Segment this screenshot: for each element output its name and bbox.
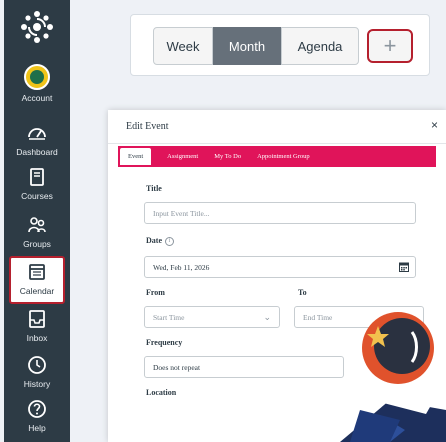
week-view-button[interactable]: Week	[153, 27, 213, 65]
plus-icon: +	[383, 33, 397, 58]
account-avatar	[24, 64, 50, 90]
nav-label: Inbox	[26, 333, 48, 343]
nav-item-courses[interactable]: Courses	[4, 166, 70, 214]
nav-item-account[interactable]: Account	[4, 64, 70, 112]
inbox-icon	[29, 310, 45, 328]
date-value: Wed, Feb 11, 2026	[153, 262, 210, 272]
tab-event[interactable]: Event	[120, 148, 152, 165]
global-navigation: Account Dashboard Courses Groups Calenda…	[4, 0, 70, 442]
nav-label: Courses	[21, 191, 53, 201]
nav-item-inbox[interactable]: Inbox	[4, 308, 70, 356]
nav-label: Account	[21, 93, 53, 103]
mascot-illustration	[340, 312, 446, 442]
help-icon	[28, 400, 46, 418]
start-time-select[interactable]: Start Time ⌄	[144, 306, 280, 328]
dialog-header: Edit Event ×	[108, 110, 446, 144]
close-icon[interactable]: ×	[431, 118, 438, 132]
nav-label: Help	[28, 423, 46, 433]
to-label: To	[298, 288, 307, 297]
title-input[interactable]: Input Event Title...	[144, 202, 416, 224]
dialog-title: Edit Event	[126, 121, 169, 132]
add-event-button[interactable]: +	[367, 29, 413, 63]
nav-item-dashboard[interactable]: Dashboard	[4, 122, 70, 170]
nav-label: Dashboard	[16, 147, 58, 157]
nav-item-groups[interactable]: Groups	[4, 214, 70, 262]
month-view-button[interactable]: Month	[213, 27, 281, 65]
canvas-logo-icon[interactable]	[20, 10, 54, 44]
dashboard-icon	[28, 128, 46, 140]
info-icon[interactable]: i	[165, 236, 174, 246]
tab-appointment-group[interactable]: Appointment Group	[249, 153, 318, 160]
date-input[interactable]: Wed, Feb 11, 2026	[144, 256, 416, 278]
nav-item-history[interactable]: History	[4, 354, 70, 402]
nav-label: Calendar	[19, 286, 55, 296]
title-label: Title	[146, 184, 162, 193]
calendar-view-toolbar: Week Month Agenda +	[130, 14, 430, 76]
date-label: Date i	[146, 236, 174, 246]
from-label: From	[146, 288, 165, 297]
nav-item-help[interactable]: Help	[4, 398, 70, 442]
event-type-tabs: Event Assignment My To Do Appointment Gr…	[118, 146, 436, 167]
book-icon	[30, 168, 44, 186]
frequency-select[interactable]: Does not repeat	[144, 356, 344, 378]
nav-item-calendar[interactable]: Calendar	[9, 256, 65, 304]
calendar-picker-icon[interactable]	[399, 262, 409, 272]
nav-label: Groups	[23, 239, 51, 249]
tab-my-to-do[interactable]: My To Do	[206, 153, 249, 160]
start-time-placeholder: Start Time	[153, 312, 185, 322]
location-label: Location	[146, 388, 177, 397]
groups-icon	[28, 217, 46, 233]
clock-icon	[28, 356, 46, 374]
frequency-label: Frequency	[146, 338, 183, 347]
date-label-text: Date	[146, 236, 162, 245]
tab-assignment[interactable]: Assignment	[159, 153, 206, 160]
nav-label: History	[23, 379, 51, 389]
calendar-icon	[29, 264, 45, 280]
chevron-down-icon: ⌄	[263, 312, 271, 322]
agenda-view-button[interactable]: Agenda	[281, 27, 359, 65]
